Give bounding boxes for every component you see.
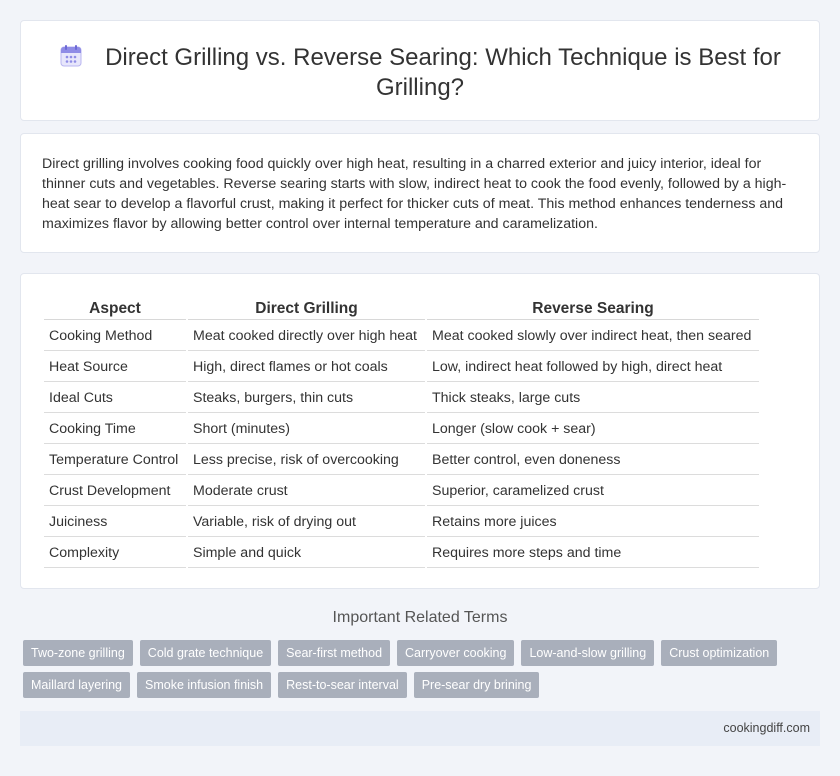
table-row: Juiciness Variable, risk of drying out R… xyxy=(44,508,759,537)
table-cell: Simple and quick xyxy=(188,539,425,568)
table-cell: Crust Development xyxy=(44,477,186,506)
tag-pre-sear-dry-brining[interactable]: Pre-sear dry brining xyxy=(413,672,540,698)
page-title-wrap: Direct Grilling vs. Reverse Searing: Whi… xyxy=(21,43,819,103)
table-cell: Ideal Cuts xyxy=(44,384,186,413)
tag-crust-optimization[interactable]: Crust optimization xyxy=(661,640,778,666)
table-cell: Complexity xyxy=(44,539,186,568)
footer-site-link[interactable]: cookingdiff.com xyxy=(723,721,810,735)
footer: cookingdiff.com xyxy=(20,711,820,746)
tag-two-zone-grilling[interactable]: Two-zone grilling xyxy=(23,640,133,666)
table-row: Ideal Cuts Steaks, burgers, thin cuts Th… xyxy=(44,384,759,413)
table-row: Temperature Control Less precise, risk o… xyxy=(44,446,759,475)
table-cell: Cooking Method xyxy=(44,322,186,351)
tag-carryover-cooking[interactable]: Carryover cooking xyxy=(397,640,515,666)
table-row: Complexity Simple and quick Requires mor… xyxy=(44,539,759,568)
page-title: Direct Grilling vs. Reverse Searing: Whi… xyxy=(105,44,781,101)
intro-card: Direct grilling involves cooking food qu… xyxy=(20,133,820,253)
tag-smoke-infusion-finish[interactable]: Smoke infusion finish xyxy=(137,672,272,698)
table-cell: Meat cooked slowly over indirect heat, t… xyxy=(427,322,759,351)
related-terms-tags: Two-zone grilling Cold grate technique Sea… xyxy=(20,640,820,704)
table-cell: Heat Source xyxy=(44,353,186,382)
table-cell: Short (minutes) xyxy=(188,415,425,444)
table-row: Cooking Time Short (minutes) Longer (slo… xyxy=(44,415,759,444)
table-cell: Juiciness xyxy=(44,508,186,537)
tag-maillard-layering[interactable]: Maillard layering xyxy=(23,672,131,698)
related-terms-title: Important Related Terms xyxy=(332,609,508,626)
table-row: Crust Development Moderate crust Superio… xyxy=(44,477,759,506)
table-cell: Variable, risk of drying out xyxy=(188,508,425,537)
header-reverse-searing: Reverse Searing xyxy=(427,298,759,320)
tag-cold-grate-technique[interactable]: Cold grate technique xyxy=(139,640,272,666)
table-cell: Moderate crust xyxy=(188,477,425,506)
table-header-row: Aspect Direct Grilling Reverse Searing xyxy=(44,298,759,320)
intro-paragraph: Direct grilling involves cooking food qu… xyxy=(42,156,787,232)
table-cell: Temperature Control xyxy=(44,446,186,475)
header-direct-grilling: Direct Grilling xyxy=(188,298,425,320)
table-cell: Superior, caramelized crust xyxy=(427,477,759,506)
table-cell: Longer (slow cook + sear) xyxy=(427,415,759,444)
tag-sear-first-method[interactable]: Sear-first method xyxy=(278,640,391,666)
table-cell: Cooking Time xyxy=(44,415,186,444)
comparison-card: Aspect Direct Grilling Reverse Searing C… xyxy=(20,273,820,589)
header-aspect: Aspect xyxy=(44,298,186,320)
table-cell: Thick steaks, large cuts xyxy=(427,384,759,413)
comparison-table: Aspect Direct Grilling Reverse Searing C… xyxy=(42,296,761,570)
tag-rest-to-sear-interval[interactable]: Rest-to-sear interval xyxy=(278,672,407,698)
table-row: Heat Source High, direct flames or hot c… xyxy=(44,353,759,382)
table-cell: Better control, even doneness xyxy=(427,446,759,475)
table-cell: High, direct flames or hot coals xyxy=(188,353,425,382)
table-cell: Meat cooked directly over high heat xyxy=(188,322,425,351)
table-cell: Requires more steps and time xyxy=(427,539,759,568)
table-cell: Steaks, burgers, thin cuts xyxy=(188,384,425,413)
table-cell: Retains more juices xyxy=(427,508,759,537)
tag-low-and-slow-grilling[interactable]: Low-and-slow grilling xyxy=(521,640,655,666)
table-cell: Low, indirect heat followed by high, dir… xyxy=(427,353,759,382)
table-cell: Less precise, risk of overcooking xyxy=(188,446,425,475)
calendar-icon xyxy=(60,45,82,67)
header-card: Direct Grilling vs. Reverse Searing: Whi… xyxy=(20,20,820,121)
table-row: Cooking Method Meat cooked directly over… xyxy=(44,322,759,351)
